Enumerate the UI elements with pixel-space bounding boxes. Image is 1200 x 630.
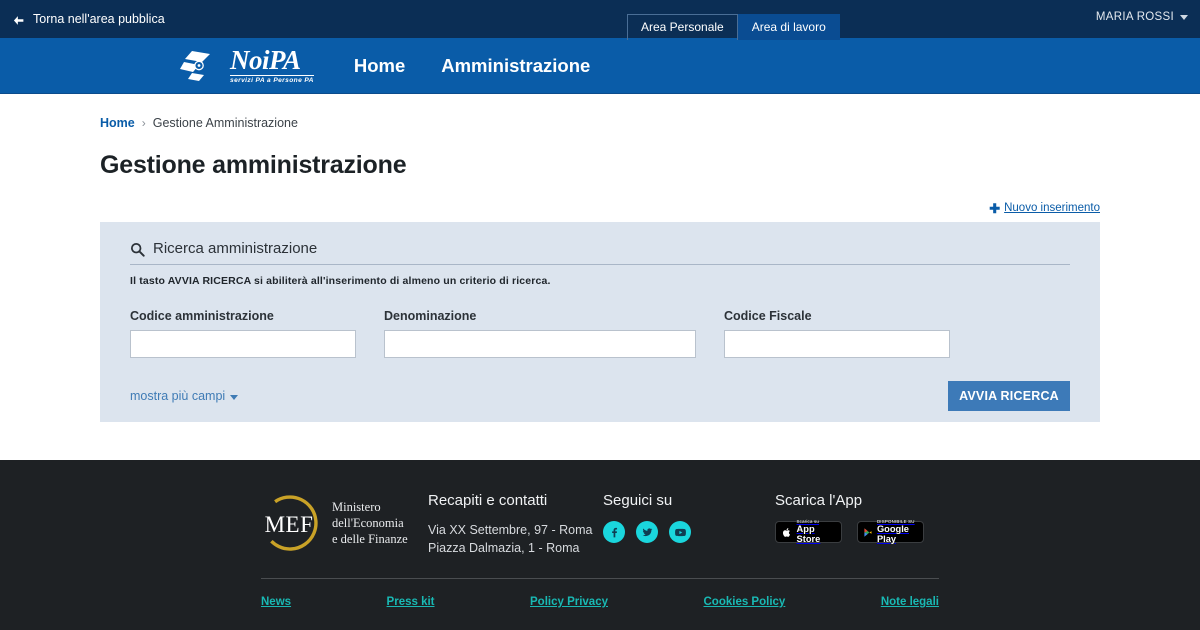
- footer-divider: [261, 578, 939, 579]
- noipa-mark-icon: [180, 50, 210, 81]
- svg-text:MEF: MEF: [265, 512, 314, 537]
- breadcrumb-home-link[interactable]: Home: [100, 116, 135, 130]
- field-codice-fiscale: Codice Fiscale: [724, 309, 950, 358]
- footer-app: Scarica l'App Scarica su App Store DISPO…: [775, 492, 924, 543]
- new-insert-row: ✚ Nuovo inserimento: [0, 200, 1100, 216]
- new-insert-label: Nuovo inserimento: [1004, 202, 1100, 214]
- denominazione-input[interactable]: [384, 330, 696, 358]
- new-insert-button[interactable]: ✚ Nuovo inserimento: [989, 200, 1100, 216]
- noipa-wordmark: NoiPA: [230, 45, 301, 75]
- mef-mark-icon: MEF: [258, 492, 322, 554]
- field-label-codice-fiscale: Codice Fiscale: [724, 309, 812, 323]
- nav-item-home[interactable]: Home: [354, 55, 405, 77]
- contacts-heading: Recapiti e contatti: [428, 492, 548, 509]
- area-tab-group: Area Personale Area di lavoro: [627, 14, 840, 40]
- tab-area-personale[interactable]: Area Personale: [627, 14, 738, 40]
- search-hint-text: Il tasto AVVIA RICERCA si abiliterà all'…: [130, 275, 551, 287]
- utility-bar: Torna nell'area pubblica Area Personale …: [0, 0, 1200, 40]
- chevron-down-icon: [230, 394, 239, 400]
- breadcrumb-current: Gestione Amministrazione: [152, 116, 298, 130]
- apple-icon: [782, 527, 791, 537]
- mef-line-1: Ministero: [332, 500, 381, 514]
- nav-item-amministrazione[interactable]: Amministrazione: [441, 55, 590, 77]
- twitter-icon[interactable]: [636, 521, 658, 543]
- search-panel-header: Ricerca amministrazione: [130, 240, 1070, 265]
- contacts-address-2: Piazza Dalmazia, 1 - Roma: [428, 541, 580, 555]
- footer: MEF Ministero dell'Economia e delle Fina…: [0, 460, 1200, 630]
- show-more-fields-label: mostra più campi: [130, 389, 226, 403]
- back-to-public-area-link[interactable]: Torna nell'area pubblica: [12, 12, 165, 26]
- footer-columns: MEF Ministero dell'Economia e delle Fina…: [0, 460, 1200, 557]
- social-icon-row: [603, 521, 775, 543]
- codice-amministrazione-input[interactable]: [130, 330, 356, 358]
- footer-links: News Press kit Policy Privacy Cookies Po…: [261, 596, 939, 608]
- social-heading: Seguici su: [603, 492, 673, 509]
- footer-contacts: Recapiti e contatti Via XX Settembre, 97…: [428, 492, 603, 557]
- mef-label: Ministero dell'Economia e delle Finanze: [332, 499, 408, 547]
- user-menu[interactable]: MARIA ROSSI: [1096, 11, 1188, 23]
- footer-link-press-kit[interactable]: Press kit: [387, 596, 435, 608]
- breadcrumb: Home › Gestione Amministrazione: [100, 116, 1200, 130]
- google-play-icon: [864, 527, 872, 537]
- breadcrumb-separator-icon: ›: [141, 116, 146, 130]
- chevron-down-icon: [1180, 14, 1188, 20]
- search-panel-footer: mostra più campi AVVIA RICERCA: [130, 381, 1070, 411]
- field-label-codice-amministrazione: Codice amministrazione: [130, 309, 274, 323]
- footer-link-news[interactable]: News: [261, 596, 291, 608]
- user-name-label: MARIA ROSSI: [1095, 11, 1174, 23]
- start-search-button[interactable]: AVVIA RICERCA: [948, 381, 1070, 411]
- app-heading: Scarica l'App: [775, 492, 863, 509]
- arrow-left-icon: [12, 14, 25, 27]
- youtube-icon[interactable]: [669, 521, 691, 543]
- app-store-badge[interactable]: Scarica su App Store: [775, 519, 842, 544]
- field-label-denominazione: Denominazione: [384, 309, 477, 323]
- mef-line-2: dell'Economia: [332, 516, 404, 530]
- mef-line-3: e delle Finanze: [332, 532, 408, 546]
- back-to-public-area-label: Torna nell'area pubblica: [33, 12, 165, 26]
- google-play-badge[interactable]: DISPONIBILE SU Google Play: [857, 519, 924, 544]
- google-play-badge-big: Google Play: [876, 524, 909, 544]
- noipa-tagline: servizi PA a Persone PA: [230, 75, 314, 84]
- main-header: NoiPA servizi PA a Persone PA Home Ammin…: [0, 38, 1200, 94]
- search-fields: Codice amministrazione Denominazione Cod…: [130, 309, 1070, 358]
- plus-icon: ✚: [989, 200, 1001, 216]
- tab-area-di-lavoro[interactable]: Area di lavoro: [737, 14, 840, 40]
- footer-social: Seguici su: [603, 492, 775, 543]
- show-more-fields-toggle[interactable]: mostra più campi: [130, 389, 239, 403]
- codice-fiscale-input[interactable]: [724, 330, 950, 358]
- app-store-badge-big: App Store: [796, 524, 821, 544]
- search-panel: Ricerca amministrazione Il tasto AVVIA R…: [100, 222, 1100, 422]
- footer-link-policy-privacy[interactable]: Policy Privacy: [530, 596, 608, 608]
- primary-nav: Home Amministrazione: [354, 55, 590, 77]
- noipa-logo[interactable]: NoiPA servizi PA a Persone PA: [180, 47, 314, 84]
- main-content: Home › Gestione Amministrazione Gestione…: [0, 116, 1200, 422]
- footer-link-note-legali[interactable]: Note legali: [881, 596, 939, 608]
- search-panel-title: Ricerca amministrazione: [153, 240, 318, 257]
- facebook-icon[interactable]: [603, 521, 625, 543]
- page-title: Gestione amministrazione: [100, 151, 407, 179]
- footer-link-cookies-policy[interactable]: Cookies Policy: [704, 596, 786, 608]
- field-denominazione: Denominazione: [384, 309, 696, 358]
- store-badge-row: Scarica su App Store DISPONIBILE SU Goog…: [775, 519, 924, 544]
- mef-logo: MEF Ministero dell'Economia e delle Fina…: [258, 492, 428, 554]
- contacts-address-1: Via XX Settembre, 97 - Roma: [428, 523, 593, 537]
- search-icon: [130, 242, 145, 257]
- field-codice-amministrazione: Codice amministrazione: [130, 309, 356, 358]
